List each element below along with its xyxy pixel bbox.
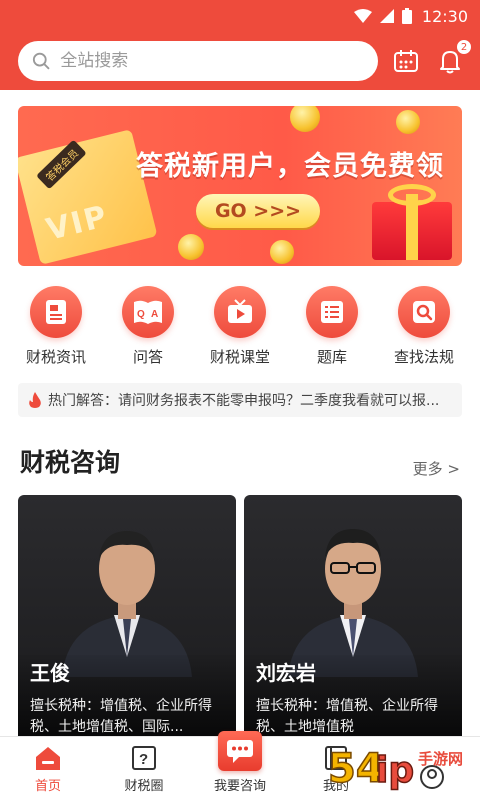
- status-time: 12:30: [421, 6, 468, 26]
- expert-list: 王俊 擅长税种：增值税、企业所得税、土地增值税、国际... 刘宏岩 擅长税种：增…: [0, 479, 480, 745]
- coin-decoration: [270, 240, 294, 264]
- svg-text:A: A: [151, 309, 158, 320]
- nav-qa-circle: QA: [122, 286, 174, 338]
- top-header: 2: [0, 32, 480, 90]
- search-doc-icon: [413, 301, 435, 323]
- status-bar: 12:30: [0, 0, 480, 32]
- question-box-icon-wrap: ?: [130, 745, 158, 771]
- gift-bow: [388, 184, 436, 206]
- nav-item-question-bank[interactable]: 题库: [290, 286, 374, 367]
- tab-consult[interactable]: 我要咨询: [200, 731, 280, 794]
- qa-book-icon: QA: [134, 300, 162, 324]
- expert-card[interactable]: 刘宏岩 擅长税种：增值税、企业所得税、土地增值税: [244, 495, 462, 745]
- nav-news-label: 财税资讯: [25, 348, 86, 366]
- home-icon-wrap: [34, 745, 62, 771]
- nav-classroom-label: 财税课堂: [209, 348, 270, 366]
- tab-circle[interactable]: ? 财税圈: [104, 745, 184, 794]
- expert-portrait: [62, 531, 192, 677]
- home-icon: [36, 747, 60, 770]
- notification-button[interactable]: 2: [434, 39, 472, 77]
- nav-question-bank-label: 题库: [316, 348, 347, 366]
- banner-title: 答税新用户，会员免费领: [136, 151, 444, 182]
- battery-icon: [401, 8, 412, 24]
- expert-overlay: 刘宏岩 擅长税种：增值税、企业所得税、土地增值税: [244, 655, 462, 745]
- nav-question-bank-circle: [306, 286, 358, 338]
- promo-banner[interactable]: 答税会员 VIP 答税新用户，会员免费领 GO >>>: [18, 106, 462, 266]
- svg-text:ip: ip: [376, 750, 414, 791]
- signal-icon: [379, 9, 394, 23]
- expert-name: 刘宏岩: [256, 661, 316, 685]
- tab-consult-label: 我要咨询: [213, 779, 266, 794]
- coin-decoration: [290, 106, 320, 132]
- svg-text:手游网: 手游网: [418, 750, 463, 768]
- tv-play-icon: [228, 299, 252, 323]
- search-input[interactable]: [60, 51, 364, 71]
- expert-desc: 擅长税种：增值税、企业所得税、土地增值税: [256, 698, 438, 735]
- quick-nav: 财税资讯 QA 问答 财税课堂 题库 查找法规: [0, 266, 480, 367]
- more-link[interactable]: 更多 >: [413, 458, 460, 479]
- consult-bubble: [218, 731, 262, 771]
- tab-home[interactable]: 首页: [8, 745, 88, 794]
- coin-decoration: [396, 110, 420, 134]
- nav-item-classroom[interactable]: 财税课堂: [198, 286, 282, 367]
- expert-overlay: 王俊 擅长税种：增值税、企业所得税、土地增值税、国际...: [18, 655, 236, 745]
- nav-qa-label: 问答: [132, 348, 163, 366]
- search-box[interactable]: [18, 41, 378, 81]
- expert-card[interactable]: 王俊 擅长税种：增值税、企业所得税、土地增值税、国际...: [18, 495, 236, 745]
- wifi-icon: [353, 9, 372, 23]
- tab-home-label: 首页: [34, 779, 61, 794]
- expert-desc: 擅长税种：增值税、企业所得税、土地增值税、国际...: [30, 698, 212, 735]
- nav-item-news[interactable]: 财税资讯: [14, 286, 98, 367]
- notification-badge: 2: [456, 39, 472, 55]
- status-icons: [353, 8, 412, 24]
- nav-classroom-circle: [214, 286, 266, 338]
- nav-news-circle: [30, 286, 82, 338]
- calendar-button[interactable]: [390, 45, 422, 77]
- app-screen: 12:30 2 答税会员 VIP 答税新用户，会员免费领 GO >>>: [0, 0, 480, 800]
- vip-card-label: VIP: [42, 198, 112, 248]
- svg-text:?: ?: [139, 751, 148, 768]
- question-box-icon: ?: [132, 746, 156, 770]
- nav-regulations-label: 查找法规: [393, 348, 454, 366]
- section-title: 财税咨询: [20, 448, 121, 477]
- nav-regulations-circle: [398, 286, 450, 338]
- flame-icon: [29, 392, 41, 408]
- search-icon: [32, 52, 50, 70]
- coin-decoration: [178, 234, 204, 260]
- vip-card-tag: 答税会员: [36, 139, 87, 190]
- calendar-icon: [394, 50, 418, 72]
- news-icon: [46, 300, 66, 324]
- site-watermark-logo: 54 ip 手游网: [327, 745, 463, 793]
- chat-bubble-icon: [227, 740, 253, 763]
- hot-question-bar[interactable]: 热门解答：请问财务报表不能零申报吗？二季度我看就可以报...: [18, 383, 462, 417]
- hot-question-text: 热门解答：请问财务报表不能零申报吗？二季度我看就可以报...: [48, 393, 440, 409]
- nav-item-qa[interactable]: QA 问答: [106, 286, 190, 367]
- banner-go-button[interactable]: GO >>>: [196, 194, 320, 228]
- expert-portrait: [288, 529, 418, 677]
- consult-section-header: 财税咨询 更多 >: [0, 417, 480, 479]
- expert-name: 王俊: [30, 661, 70, 685]
- nav-item-regulations[interactable]: 查找法规: [382, 286, 466, 367]
- list-icon: [321, 301, 343, 323]
- svg-text:Q: Q: [137, 309, 145, 320]
- tab-circle-label: 财税圈: [124, 779, 164, 794]
